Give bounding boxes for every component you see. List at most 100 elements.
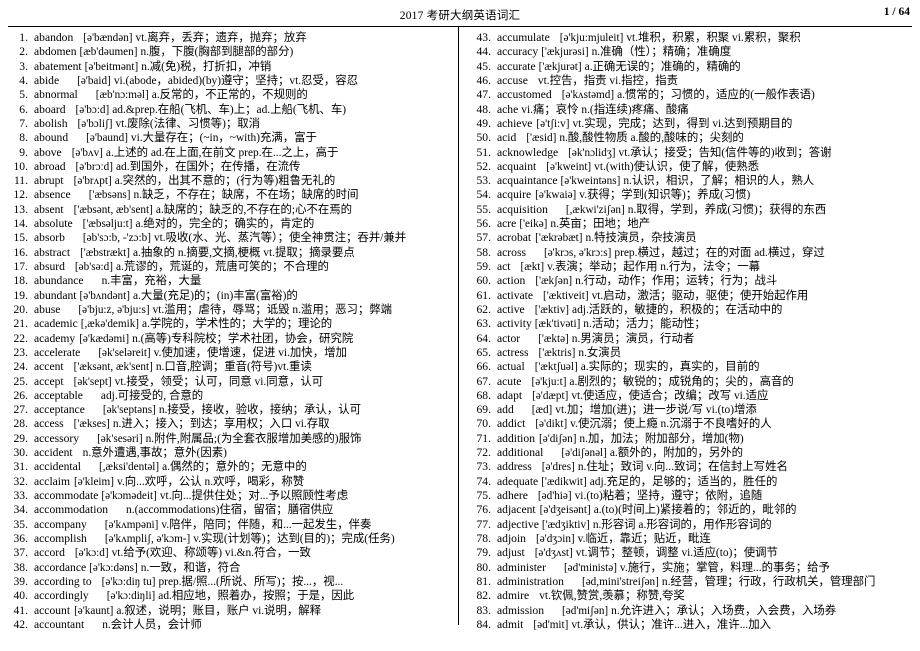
vocabulary-entry: 15. absorb [əb'sɔ:b, -'zɔ:b] vt.吸收(水、光、蒸汽等）… (2, 231, 458, 245)
entry-body: accomplish [ə'kʌmpliʃ, ə'kɔm-] v.实现(计划等)；达… (34, 532, 458, 546)
vocabulary-entry: 51. acknowledge [ək'nɔlidʒ] vt.承认；接受；告知(信件等… (465, 146, 920, 160)
entry-body: administration [əd,mini'streiʃən] n.经营，管理；… (497, 575, 920, 589)
entry-phonetic: ['ækses] (73, 418, 110, 431)
entry-body: absurd [əb'sə:d] a.荒谬的，荒诞的，荒唐可笑的；不合理的 (34, 260, 458, 274)
entry-number: 62. (476, 302, 492, 316)
entry-phonetic: [ə'kju:mjuleit] (559, 32, 624, 44)
vocabulary-entry: 8. abound [ə'baund] vi.大量存在；(~in，~with)充满，富… (2, 131, 458, 145)
entry-number: 38. (13, 560, 29, 574)
entry-word: adjacent (497, 503, 536, 517)
entry-phonetic: [æk'tivəti] (534, 318, 581, 331)
entry-number: 12. (13, 188, 29, 202)
entry-definition: a.荒谬的，荒诞的，荒唐可笑的；不合理的 (115, 261, 329, 273)
entry-phonetic: ['æktʃuəl] (534, 361, 578, 374)
entry-word: acre (497, 217, 517, 231)
entry-phonetic: [ə'dæpt] (532, 389, 569, 402)
entry-definition: vt.(with)使认识，使了解，使熟悉 (594, 160, 760, 173)
vocabulary-entry: 14. absolute ['æbsəlju:t] a.绝对的，完全的；确实的，肯定的 (2, 217, 458, 231)
vocabulary-entry: 59. act [ækt] v.表演；举动；起作用 n.行为，法令；一幕 (465, 260, 920, 274)
entry-number: 15. (13, 231, 29, 245)
entry-phonetic: ['æktiveit] (543, 289, 589, 302)
entry-phonetic: ['ækrəbæt] (535, 232, 583, 245)
entry-number: 22. (13, 331, 29, 345)
entry-phonetic: [ə'bʌndənt] (79, 289, 130, 302)
entry-phonetic: [ə'kædəmi] (79, 332, 130, 345)
entry-body: according to [ə'kɔ:diŋ tu] prep.据/照...(所说、… (34, 575, 458, 589)
entry-definition: vt.离弃，丢弃；遗弃，抛弃；放弃 (135, 32, 307, 44)
entry-number: 47. (476, 88, 492, 102)
entry-number: 59. (476, 260, 492, 273)
entry-word: abrupt (34, 174, 64, 188)
entry-definition: n.允许进入；承认；入场费，入会费，入场券 (611, 604, 837, 617)
vocabulary-entry: 74. adequate ['ædikwit] adj.充足的，足够的；适当的，胜任的 (465, 475, 920, 489)
entry-number: 80. (476, 560, 492, 574)
entry-definition: v.陪伴，陪同；伴随，和...一起发生，伴奏 (161, 518, 372, 531)
entry-phonetic: [əd'mit] (533, 618, 569, 631)
entry-word: acknowledge (497, 145, 559, 159)
entry-body: abuse [ə'bju:z, ə'bju:s] vt.滥用；虐待，辱骂；诋毁 n.… (34, 303, 458, 317)
entry-definition: vt.钦佩,赞赏,羡慕；称赞,夸奖 (539, 590, 685, 603)
entry-body: acknowledge [ək'nɔlidʒ] vt.承认；接受；告知(信件等的)收… (497, 146, 920, 160)
entry-word: achieve (497, 116, 533, 130)
vocabulary-entry: 23. accelerate [ək'seləreit] v.使加速，使增速，促进 v… (2, 346, 458, 360)
entry-phonetic: [ə'baid] (77, 74, 111, 87)
entry-word: accommodate (34, 489, 99, 502)
entry-word: accidental (34, 460, 81, 474)
entry-number: 43. (476, 31, 492, 44)
entry-number: 9. (19, 145, 28, 159)
entry-body: adequate ['ædikwit] adj.充足的，足够的；适当的，胜任的 (497, 475, 920, 489)
entry-definition: v.向...欢呼，公认 n.欢呼，喝彩，称赞 (116, 475, 305, 488)
entry-word: accurate (497, 59, 536, 73)
vocabulary-entry: 53. acquaintance [ə'kweintəns] n.认识，相识，了解；相… (465, 174, 920, 188)
entry-number: 21. (13, 317, 29, 331)
entry-definition: n.减(免)税，打折扣，冲销 (141, 60, 272, 73)
entry-number: 75. (476, 489, 492, 502)
entry-phonetic: [ækt] (520, 261, 545, 273)
entry-body: administer [əd'ministə] v.施行，实施；掌管，料理...的事… (497, 561, 920, 575)
vocabulary-entry: 33. accommodate [ə'kɔmədeit] vt.向...提供住处；对.… (2, 489, 458, 503)
entry-phonetic: [ə'kweint] (546, 160, 592, 173)
entry-definition: n.住址；致词 v.向...致词；在信封上写姓名 (577, 461, 788, 474)
entry-definition: vt.废除(法律、习惯等)；取消 (115, 117, 261, 130)
entry-body: add [æd] vt.加；增加(进)；进一步说/写 vi.(to)增添 (497, 403, 920, 417)
entry-definition: a.抽象的 n.摘要,文摘,梗概 vt.提取；摘录要点 (132, 246, 355, 259)
entry-body: addition [ə'diʃən] n.加，加法；附加部分，增加(物) (497, 432, 920, 446)
vocabulary-entry: 76. adjacent [ə'dʒeisənt] a.(to)(时间上)紧接着的；邻… (465, 503, 920, 517)
entry-phonetic: [ə'kɔ:dəns] (89, 561, 138, 574)
vocabulary-entry: 34. accommodation n.(accommodations)住宿，留宿；… (2, 503, 458, 517)
left-column: 1. abandon [ə'bændən] vt.离弃，丢弃；遗弃，抛弃；放弃 2. ab… (0, 31, 458, 632)
entry-word: accessory (34, 431, 80, 445)
entry-phonetic: [ə'kɔ:d] (74, 547, 109, 560)
entry-phonetic: [ə'kʌstəmd] (561, 89, 615, 102)
vocabulary-entry: 79. adjust [ə'dʒʌst] vt.调节；整顿，调整 vi.适应(to)；… (465, 546, 920, 560)
entry-definition: n.丰富，充裕，大量 (101, 275, 202, 288)
entry-definition: n.经营，管理；行政，行政机关，管理部门 (661, 575, 876, 588)
vocabulary-entry: 52. acquaint [ə'kweint] vt.(with)使认识，使了解，使熟… (465, 160, 920, 174)
entry-body: accompany [ə'kʌmpəni] v.陪伴，陪同；伴随，和...一起发生，… (34, 518, 458, 532)
entry-phonetic: ['æktiv] (534, 303, 570, 316)
vocabulary-entry: 28. access ['ækses] n.进入；接入；到达；享用权；入口 vi.存取 (2, 417, 458, 431)
entry-body: abnormal [æb'nɔ:məl] a.反常的，不正常的，不规则的 (34, 88, 458, 102)
entry-body: accommodate [ə'kɔmədeit] vt.向...提供住处；对...予… (34, 489, 458, 503)
entry-word: acquaintance (497, 174, 558, 188)
entry-definition: v.实现(计划等)；达到(目的)；完成(任务) (193, 532, 395, 545)
right-column: 43. accumulate [ə'kju:mjuleit] vt.堆积，积累，积聚 … (459, 31, 920, 632)
vocabulary-entry: 9. above [ə'bʌv] a.上述的 ad.在上面,在前文 prep.在...… (2, 146, 458, 160)
entry-definition: n.口音,腔调；重音(符号)vt.重读 (155, 361, 312, 374)
entry-word: acquaint (497, 159, 537, 173)
entry-number: 46. (476, 73, 492, 87)
entry-body: activate ['æktiveit] vt.启动，激活；驱动，驱使；使开始起作用 (497, 289, 920, 303)
vocabulary-entry: 78. adjoin [ə'dʒɔin] v.临近，靠近；贴近，毗连 (465, 532, 920, 546)
entry-phonetic: [ə'brʌpt] (73, 175, 112, 188)
vocabulary-entry: 25. accept [ək'sept] vt.接受，领受；认可，同意 vi.同意，认… (2, 375, 458, 389)
entry-word: academic (34, 317, 78, 331)
entry-word: absorb (34, 231, 65, 245)
entry-body: abandon [ə'bændən] vt.离弃，丢弃；遗弃，抛弃；放弃 (34, 31, 458, 45)
entry-number: 17. (13, 260, 29, 273)
entry-definition: v.临近，靠近；贴近，毗连 (577, 532, 711, 545)
entry-number: 32. (13, 474, 29, 488)
entry-definition: ad.&prep.在船(飞机、车)上；ad.上船(飞机、车) (112, 103, 347, 116)
page-header: 2017 考研大纲英语词汇 1 / 64 (0, 0, 920, 27)
entry-number: 37. (13, 546, 29, 560)
vocabulary-entry: 48. ache vi.痛；哀怜 n.(指连续)疼痛、酸痛 (465, 103, 920, 117)
